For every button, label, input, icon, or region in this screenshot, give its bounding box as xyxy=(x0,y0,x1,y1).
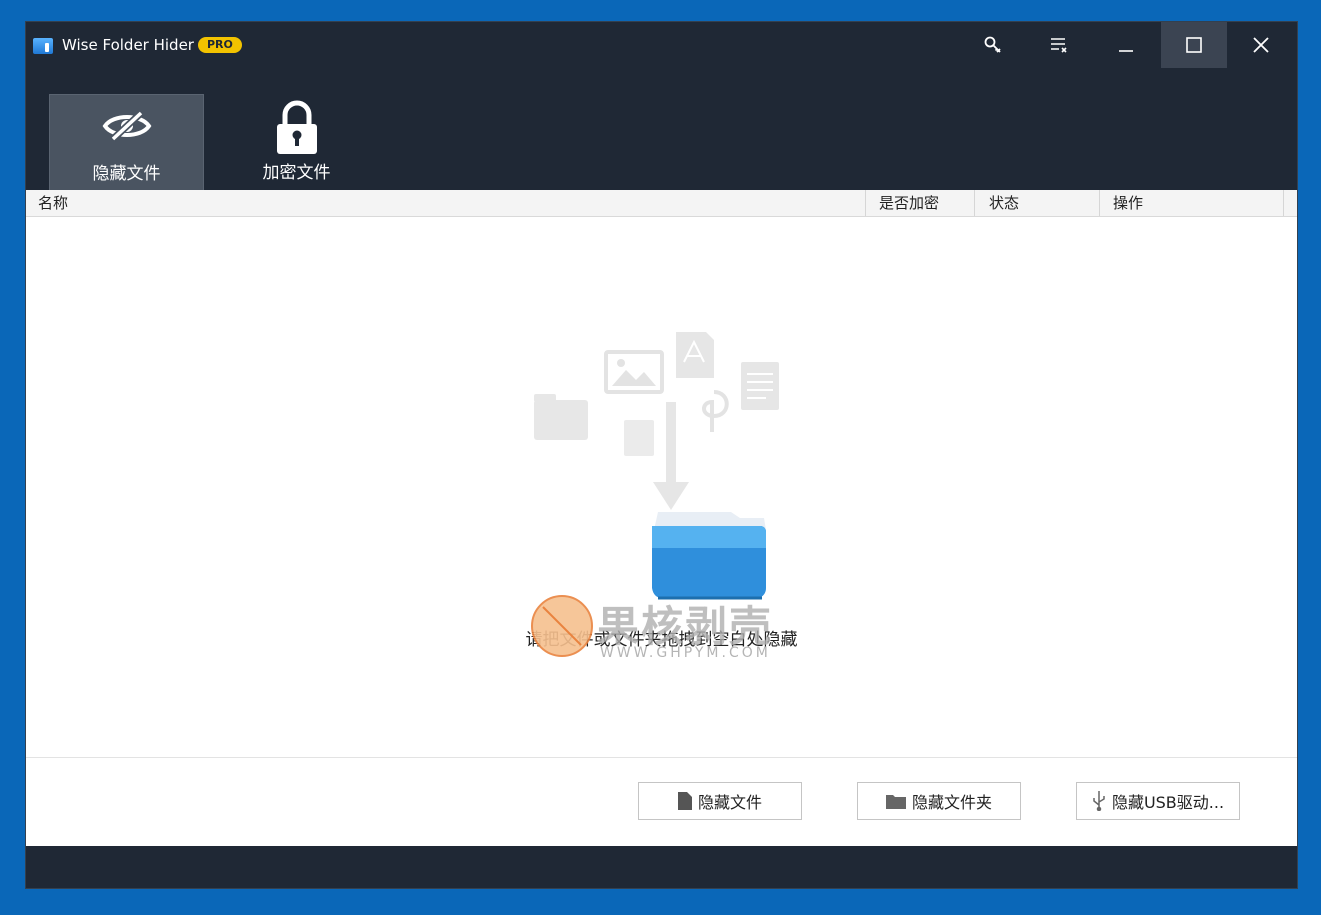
hide-files-button[interactable]: 隐藏文件 xyxy=(638,782,802,820)
app-logo-icon xyxy=(33,38,53,54)
menu-button[interactable] xyxy=(1026,22,1092,68)
hide-usb-button[interactable]: 隐藏USB驱动... xyxy=(1076,782,1240,820)
minimize-button[interactable] xyxy=(1093,22,1159,68)
hide-folder-button[interactable]: 隐藏文件夹 xyxy=(857,782,1021,820)
watermark-logo xyxy=(531,595,593,657)
column-header-status[interactable]: 状态 xyxy=(979,190,1099,216)
column-divider xyxy=(1099,190,1100,216)
lock-icon xyxy=(276,100,317,154)
column-header-action[interactable]: 操作 xyxy=(1103,190,1283,216)
column-divider xyxy=(974,190,975,216)
menu-icon xyxy=(1051,38,1067,53)
watermark-url: WWW.GHPYM.COM xyxy=(600,645,771,661)
tab-hide-files[interactable]: 隐藏文件 xyxy=(49,94,204,190)
key-button[interactable] xyxy=(960,22,1026,68)
file-icon xyxy=(677,792,692,810)
button-label: 隐藏USB驱动... xyxy=(1111,793,1225,812)
title-bar: Wise Folder Hider PRO xyxy=(26,22,1297,72)
button-label: 隐藏文件 xyxy=(697,793,762,812)
action-bar: 隐藏文件 隐藏文件夹 隐藏USB驱动... xyxy=(26,757,1297,846)
app-window: Wise Folder Hider PRO 隐藏文件 加密文件 名称 是否加密 … xyxy=(25,21,1298,889)
column-header-encrypted[interactable]: 是否加密 xyxy=(869,190,975,216)
tab-label: 隐藏文件 xyxy=(92,164,161,184)
tab-label: 加密文件 xyxy=(262,163,331,183)
tab-encrypt-files[interactable]: 加密文件 xyxy=(219,94,374,190)
close-icon xyxy=(1253,37,1269,53)
status-bar xyxy=(26,846,1297,888)
maximize-button[interactable] xyxy=(1161,22,1227,68)
pro-badge: PRO xyxy=(198,37,242,53)
usb-icon xyxy=(1093,791,1105,811)
key-icon xyxy=(984,36,1001,53)
maximize-icon xyxy=(1186,37,1202,53)
folder-icon xyxy=(885,795,906,809)
eye-slash-icon xyxy=(102,110,151,142)
app-title: Wise Folder Hider xyxy=(62,36,194,54)
close-button[interactable] xyxy=(1228,22,1294,68)
column-header-name[interactable]: 名称 xyxy=(28,190,864,216)
column-divider xyxy=(865,190,866,216)
column-divider xyxy=(1283,190,1284,216)
drop-illustration xyxy=(534,332,779,600)
minimize-icon xyxy=(1119,50,1133,52)
list-header: 名称 是否加密 状态 操作 xyxy=(26,190,1297,217)
file-list-panel: 名称 是否加密 状态 操作 请把文件或文件夹拖拽到空白处隐藏 果核剥壳 WWW.… xyxy=(26,190,1297,846)
button-label: 隐藏文件夹 xyxy=(911,793,992,812)
drop-area[interactable]: 请把文件或文件夹拖拽到空白处隐藏 xyxy=(26,217,1297,757)
